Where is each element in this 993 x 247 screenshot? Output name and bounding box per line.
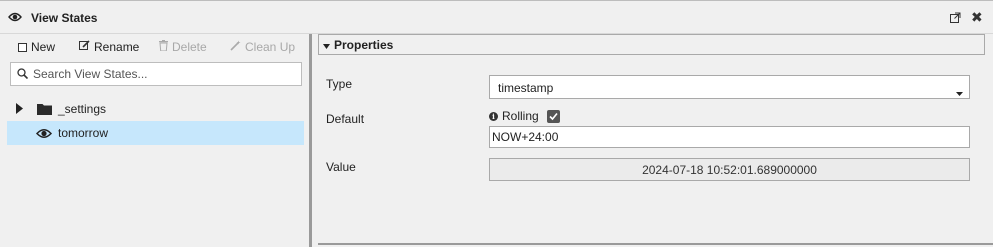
delete-button-label: Delete <box>172 40 207 54</box>
edit-icon <box>79 40 90 54</box>
value-text: 2024-07-18 10:52:01.689000000 <box>642 162 817 177</box>
window-title: View States <box>31 11 98 25</box>
rolling-label: Rolling <box>502 109 539 123</box>
window-titlebar: View States ✖ <box>0 0 993 34</box>
rolling-option: i Rolling <box>489 109 560 123</box>
value-label: Value <box>326 160 356 174</box>
trash-icon <box>159 40 168 54</box>
rename-button-label: Rename <box>94 40 140 54</box>
type-label: Type <box>326 77 353 91</box>
search-box <box>10 62 302 86</box>
close-icon[interactable]: ✖ <box>971 10 983 24</box>
properties-section-header[interactable]: Properties <box>318 34 985 55</box>
collapse-caret-icon <box>323 38 330 52</box>
folder-icon <box>37 103 52 118</box>
rolling-checkbox[interactable] <box>546 109 560 123</box>
eye-icon <box>35 128 53 142</box>
default-label: Default <box>326 112 365 126</box>
properties-panel: Properties Type timestamp Default i Roll… <box>312 34 993 247</box>
toolbar: New Rename Delete Clean Up <box>0 34 309 60</box>
search-icon <box>17 68 29 82</box>
default-input[interactable] <box>492 129 962 145</box>
tree-item-tomorrow[interactable]: tomorrow <box>7 121 304 145</box>
tree-item-label: _settings <box>58 102 107 116</box>
cleanup-button[interactable]: Clean Up <box>230 40 295 54</box>
divider <box>318 243 993 245</box>
cleanup-button-label: Clean Up <box>245 40 296 54</box>
expand-arrow-icon[interactable] <box>16 103 23 117</box>
dropdown-arrow-icon <box>956 85 963 99</box>
square-icon <box>18 42 27 52</box>
wand-icon <box>230 40 241 54</box>
rename-button[interactable]: Rename <box>79 40 139 54</box>
default-field <box>489 126 970 148</box>
type-select-value: timestamp <box>498 81 554 95</box>
delete-button[interactable]: Delete <box>159 40 207 54</box>
tree-item-settings[interactable]: _settings <box>7 97 304 121</box>
search-input[interactable] <box>33 66 295 82</box>
tree-item-label: tomorrow <box>58 126 109 140</box>
value-readonly-field: 2024-07-18 10:52:01.689000000 <box>489 158 970 181</box>
info-icon: i <box>489 111 498 121</box>
new-button-label: New <box>31 40 56 54</box>
view-states-panel: New Rename Delete Clean Up Search View S… <box>0 34 309 247</box>
popout-icon[interactable] <box>950 12 961 26</box>
new-button[interactable]: New <box>18 40 55 54</box>
type-select[interactable]: timestamp <box>489 75 970 99</box>
eye-icon <box>8 11 22 25</box>
section-title: Properties <box>334 37 394 52</box>
